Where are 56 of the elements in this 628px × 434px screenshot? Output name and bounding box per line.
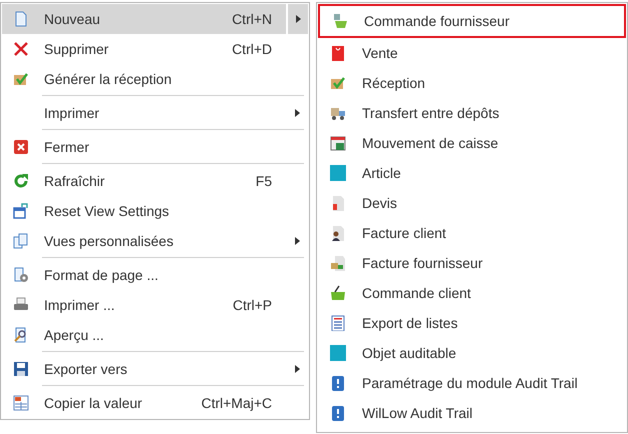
menu-item[interactable]: Rafraîchir F5	[2, 166, 308, 196]
refresh-icon	[13, 173, 29, 189]
shortcut-label: Ctrl+N	[232, 10, 273, 28]
menu-item[interactable]: Copier la valeur Ctrl+Maj+C	[2, 388, 308, 418]
menu-item[interactable]: Générer la réception	[2, 64, 308, 94]
document-icon	[330, 195, 346, 211]
menu-item[interactable]: Supprimer Ctrl+D	[2, 34, 308, 64]
submenu-item[interactable]: Facture fournisseur	[318, 248, 626, 278]
menu-item[interactable]: Imprimer	[2, 98, 308, 128]
shortcut-label: Ctrl+P	[232, 296, 273, 314]
menu-item[interactable]: Exporter vers	[2, 354, 308, 384]
submenu-item[interactable]: Réception	[318, 68, 626, 98]
submenu-item[interactable]: WilLow Audit Trail	[318, 398, 626, 428]
submenu-item[interactable]: Devis	[318, 188, 626, 218]
calendar-icon	[330, 135, 346, 151]
basket-icon	[332, 13, 348, 29]
book-icon	[330, 375, 346, 391]
submenu-item[interactable]: Mouvement de caisse	[318, 128, 626, 158]
delete-icon	[13, 41, 29, 57]
square-icon	[330, 165, 346, 181]
window-icon	[13, 203, 29, 219]
submenu-item[interactable]: Vente	[318, 38, 626, 68]
menu-item[interactable]: Fermer	[2, 132, 308, 162]
page-gear-icon	[13, 267, 29, 283]
pages-icon	[13, 233, 29, 249]
shortcut-label: F5	[256, 172, 273, 190]
list-document-icon	[330, 315, 346, 331]
book-icon	[330, 405, 346, 421]
submenu-item[interactable]: Paramétrage du module Audit Trail	[318, 368, 626, 398]
truck-icon	[330, 105, 346, 121]
submenu-item[interactable]: Article	[318, 158, 626, 188]
checked-box-icon	[330, 75, 346, 91]
square-icon	[330, 345, 346, 361]
menu-item[interactable]: Aperçu ...	[2, 320, 308, 350]
submenu-item[interactable]: Commande client	[318, 278, 626, 308]
truck-document-icon	[330, 255, 346, 271]
submenu-item[interactable]: Export de listes	[318, 308, 626, 338]
person-document-icon	[330, 225, 346, 241]
menu-item[interactable]: Imprimer ... Ctrl+P	[2, 290, 308, 320]
basket-icon	[330, 285, 346, 301]
menu-item[interactable]: Nouveau Ctrl+N	[2, 4, 308, 34]
shortcut-label: Ctrl+Maj+C	[201, 394, 273, 413]
menu-item[interactable]: Format de page ...	[2, 260, 308, 290]
menu-item[interactable]: Reset View Settings	[2, 196, 308, 226]
bag-icon	[330, 45, 346, 61]
checked-box-icon	[13, 71, 29, 87]
menu-item[interactable]: Vues personnalisées	[2, 226, 308, 256]
close-icon	[13, 139, 29, 155]
printer-icon	[13, 297, 29, 313]
submenu-item[interactable]: Transfert entre dépôts	[318, 98, 626, 128]
table-icon	[13, 395, 29, 411]
shortcut-label: Ctrl+D	[232, 40, 273, 58]
page-icon	[13, 11, 29, 27]
submenu-item[interactable]: Commande fournisseur	[318, 4, 626, 38]
submenu-item[interactable]: Objet auditable	[318, 338, 626, 368]
submenu-item[interactable]: Facture client	[318, 218, 626, 248]
